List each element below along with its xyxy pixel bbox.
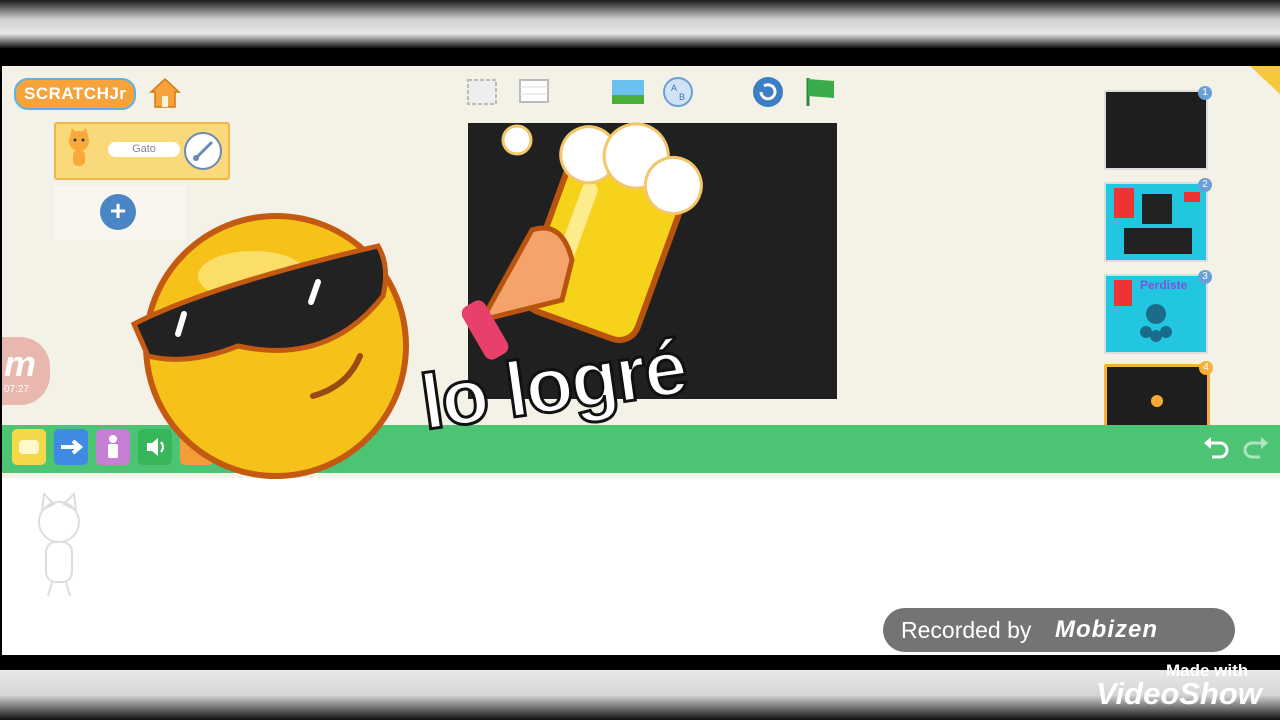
paintbrush-icon bbox=[193, 140, 214, 161]
undo-icon bbox=[1204, 437, 1229, 459]
category-motion[interactable] bbox=[54, 429, 88, 465]
cat-sprite-icon bbox=[69, 128, 89, 166]
video-top-blur bbox=[0, 0, 1280, 48]
home-icon bbox=[149, 77, 181, 108]
mobizen-floating-button[interactable]: m 07:27 bbox=[2, 337, 50, 405]
grid-icon bbox=[519, 79, 549, 103]
green-flag-icon bbox=[806, 78, 834, 106]
background-icon bbox=[612, 80, 644, 104]
text-icon: A B bbox=[663, 77, 693, 107]
sprite-name-label: Gato bbox=[108, 142, 180, 157]
person-icon bbox=[108, 435, 118, 458]
scratchjr-logo: SCRATCHJr bbox=[14, 78, 137, 110]
page-number: 4 bbox=[1199, 361, 1213, 375]
page-number: 2 bbox=[1198, 178, 1212, 192]
add-text-button[interactable]: A B bbox=[660, 76, 696, 108]
trigger-block-icon bbox=[19, 440, 39, 454]
page-title-text: Perdiste bbox=[1140, 278, 1188, 292]
svg-text:A: A bbox=[671, 83, 677, 93]
fullscreen-icon bbox=[467, 79, 497, 105]
mobizen-brand: Mobizen bbox=[1055, 616, 1158, 643]
change-background-button[interactable] bbox=[610, 76, 646, 108]
mobizen-logo-letter: m bbox=[4, 343, 37, 384]
page-thumbnail-3[interactable]: Perdiste 3 bbox=[1104, 270, 1212, 354]
sunglasses-smiley-sticker bbox=[130, 213, 409, 479]
videoshow-logo-text: VideoShow bbox=[1096, 676, 1262, 711]
reset-button[interactable] bbox=[750, 76, 786, 108]
home-button[interactable] bbox=[148, 76, 182, 110]
undo-button[interactable] bbox=[1200, 431, 1232, 463]
page-sorter-tab[interactable] bbox=[1250, 66, 1280, 94]
video-letterbox-top bbox=[0, 48, 1280, 66]
sprite-card-gato[interactable]: Gato bbox=[54, 122, 230, 180]
svg-text:B: B bbox=[679, 92, 685, 102]
page-number: 3 bbox=[1198, 270, 1212, 284]
video-bottom-blur bbox=[0, 670, 1280, 720]
page-thumbnail-2[interactable]: 2 bbox=[1104, 178, 1212, 262]
green-flag-button[interactable] bbox=[802, 76, 838, 108]
page-preview-2 bbox=[1114, 188, 1200, 254]
fullscreen-button[interactable] bbox=[464, 76, 500, 108]
category-triggering[interactable] bbox=[12, 429, 46, 465]
cat-watermark-icon bbox=[38, 492, 80, 597]
reset-icon bbox=[753, 77, 783, 107]
recorded-by-banner: Recorded by Mobizen bbox=[883, 608, 1235, 652]
arrow-right-icon bbox=[61, 439, 84, 455]
page-thumbnail-4-selected[interactable]: 4 bbox=[1104, 361, 1213, 434]
recording-timer: 07:27 bbox=[4, 384, 30, 395]
paint-editor-button[interactable] bbox=[184, 132, 222, 170]
redo-button[interactable] bbox=[1240, 431, 1272, 463]
grid-toggle-button[interactable] bbox=[516, 76, 552, 108]
page-thumbnail-1[interactable]: 1 bbox=[1104, 86, 1212, 170]
recorded-by-text: Recorded by bbox=[901, 617, 1032, 643]
category-looks[interactable] bbox=[96, 429, 130, 465]
redo-icon bbox=[1243, 437, 1268, 459]
page-preview-4 bbox=[1151, 395, 1163, 407]
page-number: 1 bbox=[1198, 86, 1212, 100]
video-letterbox-bottom bbox=[0, 655, 1280, 670]
